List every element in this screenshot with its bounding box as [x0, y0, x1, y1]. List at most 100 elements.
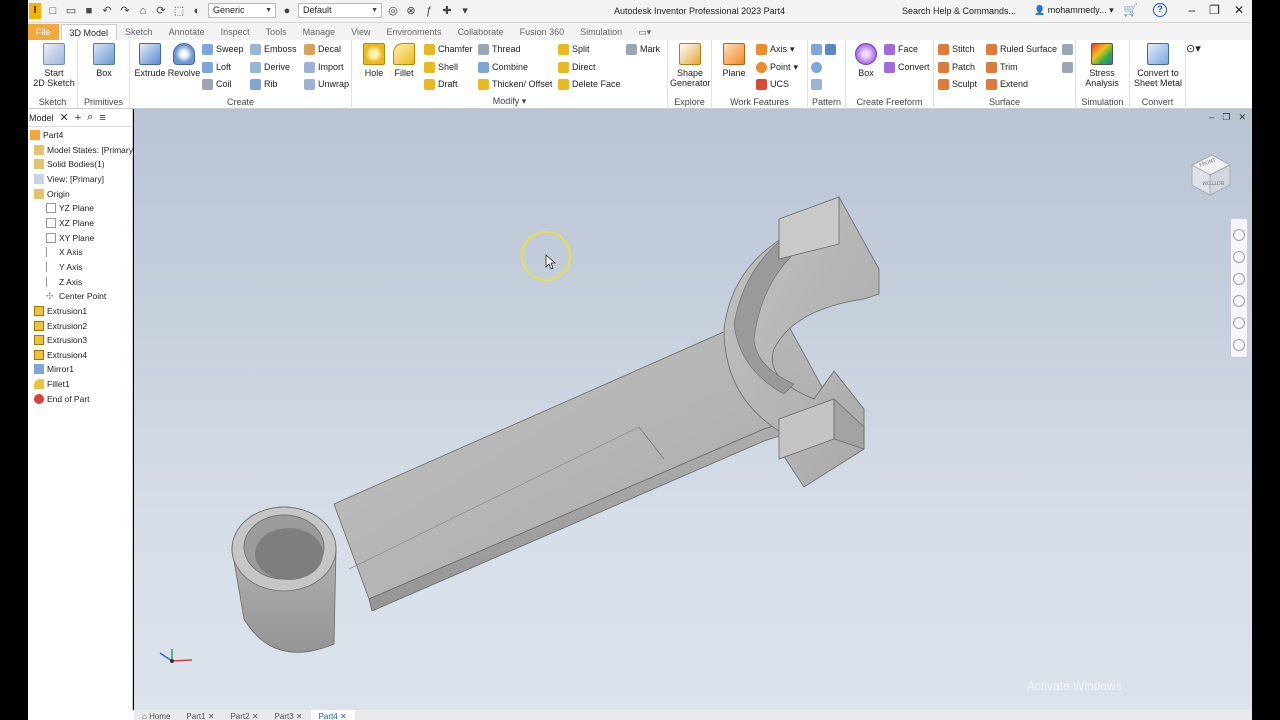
sweep-button[interactable]: Sweep	[202, 42, 244, 56]
stitch-button[interactable]: Stitch	[938, 42, 975, 56]
tab-environments[interactable]: Environments	[379, 24, 450, 40]
steering-wheel-icon[interactable]	[1233, 229, 1245, 241]
pan-icon[interactable]	[1233, 251, 1245, 263]
tree-item-xz-plane[interactable]: XZ Plane	[46, 216, 94, 230]
freeform-convert-button[interactable]: Convert	[884, 60, 930, 74]
close-icon[interactable]: ✕	[60, 111, 69, 124]
help-icon[interactable]: ?	[1153, 3, 1167, 17]
ribbon-options-icon[interactable]: ▭▾	[630, 24, 659, 40]
doc-tab-part4[interactable]: Part4 ✕	[310, 710, 355, 720]
tree-item-mirror1[interactable]: Mirror1	[34, 362, 74, 376]
minimize-icon[interactable]: –	[1188, 3, 1195, 17]
tree-item-x-axis[interactable]: X Axis	[46, 245, 83, 259]
browser-tab-model[interactable]: Model	[29, 113, 54, 123]
sketch-pattern-button[interactable]	[811, 77, 822, 91]
full-navigation-icon[interactable]	[1233, 339, 1245, 351]
shape-generator-button[interactable]: Shape Generator	[670, 43, 711, 88]
doc-tab-part3[interactable]: Part3 ✕	[267, 710, 311, 720]
graphics-viewport[interactable]: – ❐ ✕ FRONT BOTTOM Activate Windows	[134, 109, 1252, 710]
convert-to-sheet-metal-button[interactable]: Convert to Sheet Metal	[1132, 43, 1184, 88]
restore-icon[interactable]: ❐	[1209, 3, 1220, 17]
emboss-button[interactable]: Emboss	[250, 42, 297, 56]
tree-item-y-axis[interactable]: Y Axis	[46, 260, 82, 274]
split-button[interactable]: Split	[558, 42, 590, 56]
chamfer-button[interactable]: Chamfer	[424, 42, 473, 56]
help-search-input[interactable]: Search Help & Commands...	[898, 4, 1056, 19]
adjust-icon[interactable]: ◎	[386, 4, 400, 18]
fillet-button[interactable]: Fillet	[384, 43, 424, 78]
tree-item-end-of-part[interactable]: End of Part	[34, 392, 90, 406]
tree-item-center-point[interactable]: ✣ Center Point	[46, 289, 106, 303]
doc-tab-home[interactable]: ⌂ Home	[134, 710, 178, 720]
save-icon[interactable]: ■	[82, 4, 96, 18]
tab-manage[interactable]: Manage	[295, 24, 344, 40]
user-account[interactable]: 👤 mohammedy... ▾	[1034, 5, 1114, 16]
revolve-button[interactable]: Revolve	[164, 43, 204, 78]
point-button[interactable]: Point ▾	[756, 60, 798, 74]
menu-icon[interactable]: ≡	[99, 112, 105, 124]
loft-button[interactable]: Loft	[202, 60, 231, 74]
tab-3d-model[interactable]: 3D Model	[60, 24, 118, 40]
delete-face-button[interactable]: Delete Face	[558, 77, 621, 91]
open-folder-icon[interactable]: ▭	[64, 4, 78, 18]
decal-button[interactable]: Decal	[304, 42, 341, 56]
tree-item-extrusion1[interactable]: Extrusion1	[34, 304, 87, 318]
look-at-icon[interactable]	[1233, 317, 1245, 329]
surface-extra-button[interactable]	[1062, 42, 1073, 56]
tab-sketch[interactable]: Sketch	[117, 24, 161, 40]
ruled-surface-button[interactable]: Ruled Surface	[986, 42, 1057, 56]
tree-item-yz-plane[interactable]: YZ Plane	[46, 201, 94, 215]
direct-button[interactable]: Direct	[558, 60, 596, 74]
mirror-icon[interactable]	[825, 43, 836, 55]
trim-button[interactable]: Trim	[986, 60, 1018, 74]
connecting-rod-model[interactable]	[134, 109, 1252, 710]
ribbon-more-icon[interactable]: ⊙▾	[1186, 42, 1201, 56]
tab-tools[interactable]: Tools	[258, 24, 295, 40]
shell-button[interactable]: Shell	[424, 60, 458, 74]
unwrap-button[interactable]: Unwrap	[304, 77, 349, 91]
tree-item-extrusion2[interactable]: Extrusion2	[34, 319, 87, 333]
tab-annotate[interactable]: Annotate	[161, 24, 213, 40]
stress-analysis-button[interactable]: Stress Analysis	[1082, 43, 1122, 88]
close-icon[interactable]: ✕	[1234, 3, 1244, 17]
doc-tab-part2[interactable]: Part2 ✕	[222, 710, 266, 720]
zoom-icon[interactable]	[1233, 273, 1245, 285]
tab-view[interactable]: View	[343, 24, 378, 40]
color-icon[interactable]: ◐	[190, 4, 204, 18]
tree-item-extrusion4[interactable]: Extrusion4	[34, 348, 87, 362]
surface-extra2-button[interactable]	[1062, 60, 1073, 74]
tree-item-xy-plane[interactable]: XY Plane	[46, 231, 94, 245]
appearance-dropdown[interactable]: Default ▼	[298, 3, 382, 18]
home-icon[interactable]: ⌂	[136, 4, 150, 18]
derive-button[interactable]: Derive	[250, 60, 290, 74]
patch-button[interactable]: Patch	[938, 60, 975, 74]
fx-icon[interactable]: ƒ	[422, 4, 436, 18]
axis-button[interactable]: Axis ▾	[756, 42, 795, 56]
mark-button[interactable]: Mark	[626, 42, 660, 56]
primitive-box-button[interactable]: Box	[84, 43, 124, 78]
ucs-button[interactable]: UCS	[756, 77, 789, 91]
tree-item-view[interactable]: View: [Primary]	[34, 172, 104, 186]
redo-icon[interactable]: ↷	[118, 4, 132, 18]
extend-button[interactable]: Extend	[986, 77, 1028, 91]
select-icon[interactable]: ⬚	[172, 4, 186, 18]
combine-button[interactable]: Combine	[478, 60, 528, 74]
inventor-logo-icon[interactable]: I	[29, 3, 41, 19]
tree-item-extrusion3[interactable]: Extrusion3	[34, 333, 87, 347]
draft-button[interactable]: Draft	[424, 77, 458, 91]
plane-button[interactable]: Plane	[714, 43, 754, 78]
plus-icon[interactable]: ✚	[440, 4, 454, 18]
tree-item-model-states[interactable]: Model States: [Primary]	[34, 143, 135, 157]
circular-pattern-button[interactable]	[811, 60, 822, 74]
material-dropdown[interactable]: Generic ▼	[208, 3, 276, 18]
sculpt-button[interactable]: Sculpt	[938, 77, 977, 91]
tab-inspect[interactable]: Inspect	[213, 24, 258, 40]
update-icon[interactable]: ⟳	[154, 4, 168, 18]
customize-icon[interactable]: ▾	[458, 4, 472, 18]
new-file-icon[interactable]: □	[46, 4, 60, 18]
panel-title-modify[interactable]: Modify ▾	[352, 96, 667, 107]
clear-icon[interactable]: ⊗	[404, 4, 418, 18]
tree-item-part4[interactable]: Part4	[30, 128, 63, 142]
tab-fusion-360[interactable]: Fusion 360	[512, 24, 573, 40]
tree-item-origin[interactable]: Origin	[34, 187, 70, 201]
